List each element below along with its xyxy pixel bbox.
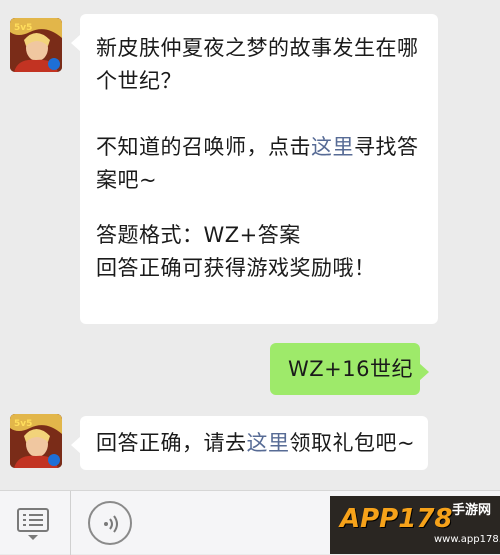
hero-avatar-icon: 5v5 (10, 414, 62, 468)
message-bubble-reply[interactable]: 回答正确，请去这里领取礼包吧~ (71, 416, 428, 470)
message-text: 回答正确，请去这里领取礼包吧~ (96, 431, 416, 455)
menu-toggle-button[interactable] (10, 503, 56, 543)
message-text: 新皮肤仲夏夜之梦的故事发生在哪 (96, 36, 419, 60)
watermark-url: www.app178.com (434, 534, 500, 545)
svg-text:5v5: 5v5 (14, 23, 32, 33)
watermark-sub: 手游网 (452, 503, 492, 518)
list-menu-icon (17, 508, 49, 540)
message-text: 个世纪？ (96, 69, 182, 93)
official-account-avatar[interactable]: 5v5 (10, 18, 62, 72)
reward-text: 回答正确可获得游戏奖励哦！ (96, 256, 376, 280)
here-link[interactable]: 这里 (311, 135, 354, 159)
message-text: WZ+16世纪 (288, 357, 413, 381)
svg-text:5v5: 5v5 (14, 419, 32, 429)
watermark-logo: APP178 (340, 504, 453, 534)
message-text: 不知道的召唤师，点击这里寻找答 (96, 135, 419, 159)
hero-avatar-icon: 5v5 (10, 18, 62, 72)
bar-divider (70, 491, 71, 555)
message-text: 案吧~ (96, 168, 158, 192)
answer-format-text: 答题格式：WZ+答案 (96, 223, 301, 247)
voice-wave-icon (104, 515, 118, 533)
chat-area: 5v5 新皮肤仲夏夜之梦的故事发生在哪 个世纪？ 不知道的召唤师，点击这里寻找答… (0, 0, 500, 490)
site-watermark: APP178 手游网 www.app178.com (330, 496, 500, 554)
message-bubble-answer[interactable]: WZ+16世纪 (270, 343, 429, 395)
here-link[interactable]: 这里 (247, 431, 290, 455)
voice-input-button[interactable] (88, 501, 132, 545)
official-account-avatar[interactable]: 5v5 (10, 414, 62, 468)
message-bubble-question[interactable]: 新皮肤仲夏夜之梦的故事发生在哪 个世纪？ 不知道的召唤师，点击这里寻找答 案吧~… (71, 14, 438, 324)
